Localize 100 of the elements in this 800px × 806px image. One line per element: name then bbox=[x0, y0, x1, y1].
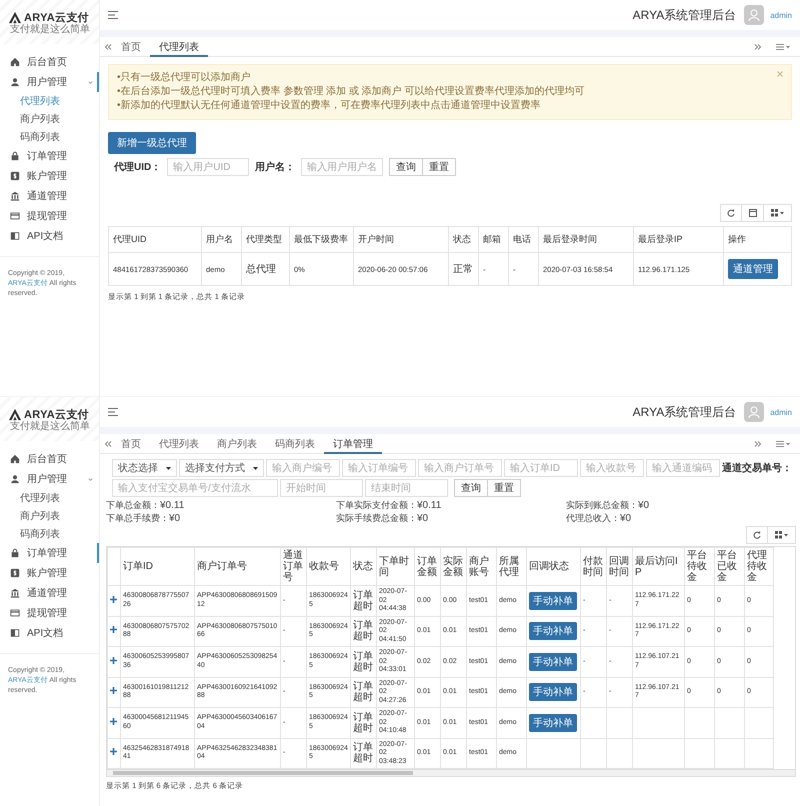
stat-value: ¥0.11 bbox=[160, 500, 184, 511]
sidebar-item[interactable]: 后台首页 bbox=[0, 52, 99, 72]
plus-icon[interactable] bbox=[110, 626, 117, 633]
logo-icon bbox=[8, 408, 22, 420]
refresh-button[interactable] bbox=[746, 526, 768, 544]
book-icon bbox=[10, 628, 20, 638]
chevrons-left-icon[interactable] bbox=[104, 44, 112, 50]
chevrons-right-icon[interactable] bbox=[754, 440, 762, 446]
search-field[interactable]: 输入商户编号 bbox=[266, 459, 340, 477]
sidebar-item[interactable]: 订单管理 bbox=[0, 146, 99, 166]
horizontal-scrollbar[interactable] bbox=[106, 769, 796, 777]
user-link[interactable]: admin bbox=[770, 408, 792, 416]
manual-complete-button[interactable]: 手动补单 bbox=[529, 652, 577, 671]
alert-text: •只有一级总代理可以添加商户 bbox=[117, 71, 252, 85]
sidebar-item[interactable]: 用户管理 bbox=[0, 72, 99, 92]
column-header: 回调状态 bbox=[526, 548, 580, 586]
plus-icon[interactable] bbox=[110, 596, 117, 602]
home-icon bbox=[10, 57, 20, 67]
search-field[interactable]: 输入商户订单号 bbox=[418, 459, 502, 477]
manual-complete-button[interactable]: 手动补单 bbox=[529, 714, 577, 732]
sidebar-item[interactable]: API文档 bbox=[0, 226, 99, 246]
columns-button[interactable] bbox=[768, 526, 796, 544]
sidebar-subitem[interactable]: 代理列表 bbox=[0, 489, 99, 507]
tab[interactable]: 代理列表 bbox=[150, 434, 208, 454]
menu-icon[interactable] bbox=[108, 11, 118, 19]
columns-button[interactable] bbox=[764, 204, 792, 222]
search-field[interactable]: 输入订单ID bbox=[504, 459, 578, 477]
home-icon bbox=[10, 454, 20, 464]
stat-value: ¥0.11 bbox=[417, 500, 442, 511]
search-button[interactable]: 查询 bbox=[454, 479, 488, 497]
tab-menu-icon[interactable] bbox=[776, 440, 790, 446]
sidebar-subitem[interactable]: 码商列表 bbox=[0, 525, 99, 543]
tab[interactable]: 订单管理 bbox=[324, 434, 382, 454]
user-link[interactable]: admin bbox=[770, 10, 792, 20]
toggle-view-button[interactable] bbox=[742, 204, 764, 222]
add-agent-button[interactable]: 新增一级总代理 bbox=[108, 132, 196, 154]
stat-value: ¥0 bbox=[417, 513, 428, 524]
manual-complete-button[interactable]: 手动补单 bbox=[529, 622, 577, 640]
tab[interactable]: 码商列表 bbox=[266, 434, 324, 454]
search-field[interactable]: 输入订单编号 bbox=[342, 459, 416, 477]
search-field[interactable]: 输入用户用户名 bbox=[301, 158, 384, 176]
brand-tagline: 支付就是这么简单 bbox=[10, 422, 90, 432]
sidebar-subitem[interactable]: 商户列表 bbox=[0, 507, 99, 525]
sidebar-item[interactable]: 通道管理 bbox=[0, 186, 99, 206]
search-field[interactable]: 输入收款号 bbox=[580, 459, 644, 477]
table-cell: 订单超时 bbox=[350, 616, 376, 646]
plus-icon[interactable] bbox=[110, 656, 117, 664]
sidebar-subitem[interactable]: 码商列表 bbox=[0, 128, 99, 146]
stat-label: 实际手续费总金额： bbox=[336, 513, 417, 523]
stat-label: 下单总手续费： bbox=[106, 513, 169, 523]
grid-icon bbox=[775, 531, 788, 539]
header-title: ARYA系统管理后台 bbox=[632, 6, 736, 24]
chevrons-right-icon[interactable] bbox=[754, 44, 762, 50]
search-field[interactable]: 输入通道编码 bbox=[646, 459, 720, 477]
sidebar-item[interactable]: API文档 bbox=[0, 623, 99, 643]
manual-complete-button[interactable]: 手动补单 bbox=[529, 592, 577, 610]
reset-button[interactable]: 重置 bbox=[423, 158, 456, 176]
menu-icon[interactable] bbox=[108, 408, 118, 416]
sidebar-item[interactable]: 提现管理 bbox=[0, 206, 99, 226]
header-title: ARYA系统管理后台 bbox=[632, 404, 736, 420]
filter-label: 通道交易单号： bbox=[722, 461, 792, 475]
tab[interactable]: 首页 bbox=[112, 434, 150, 454]
select-dropdown[interactable]: 状态选择 bbox=[112, 459, 177, 477]
avatar-icon bbox=[744, 402, 764, 422]
sidebar-item[interactable]: 用户管理 bbox=[0, 469, 99, 489]
column-header: 付款时间 bbox=[580, 548, 606, 586]
sidebar-subitem[interactable]: 商户列表 bbox=[0, 110, 99, 128]
sidebar-item[interactable]: 通道管理 bbox=[0, 583, 99, 603]
tab-menu-icon[interactable] bbox=[776, 44, 790, 50]
tab[interactable]: 代理列表 bbox=[150, 36, 208, 56]
refresh-button[interactable] bbox=[720, 204, 742, 222]
plus-icon[interactable] bbox=[110, 718, 117, 724]
sidebar-item[interactable]: 提现管理 bbox=[0, 603, 99, 623]
stat-value: ¥0 bbox=[169, 513, 180, 524]
plus-icon[interactable] bbox=[110, 748, 117, 755]
column-header: 最后访问IP bbox=[632, 548, 684, 586]
search-field[interactable]: 开始时间 bbox=[280, 479, 363, 497]
column-header: 所属代理 bbox=[496, 548, 526, 586]
chevrons-left-icon[interactable] bbox=[104, 440, 112, 446]
tab[interactable]: 首页 bbox=[112, 36, 150, 56]
search-button[interactable]: 查询 bbox=[389, 158, 424, 176]
channel-manage-button[interactable]: 通道管理 bbox=[728, 259, 778, 279]
column-header: 订单金额 bbox=[414, 548, 440, 586]
tab[interactable]: 商户列表 bbox=[208, 434, 266, 454]
sidebar-item[interactable]: 订单管理 bbox=[0, 543, 99, 563]
user-icon bbox=[10, 77, 20, 87]
select-dropdown[interactable]: 选择支付方式 bbox=[179, 459, 264, 477]
table-cell: 正常 bbox=[448, 252, 478, 286]
bank-icon bbox=[10, 588, 20, 598]
sidebar-subitem[interactable]: 代理列表 bbox=[0, 92, 99, 110]
search-field[interactable]: 输入支付宝交易单号/支付流水 bbox=[112, 479, 278, 497]
stat-label: 代理总收入： bbox=[566, 513, 620, 523]
search-field[interactable]: 输入用户UID bbox=[167, 158, 250, 176]
sidebar-item[interactable]: 账户管理 bbox=[0, 166, 99, 186]
plus-icon[interactable] bbox=[110, 687, 117, 694]
reset-button[interactable]: 重置 bbox=[488, 479, 521, 497]
sidebar-item[interactable]: 账户管理 bbox=[0, 563, 99, 583]
sidebar-item[interactable]: 后台首页 bbox=[0, 449, 99, 469]
search-field[interactable]: 结束时间 bbox=[365, 479, 448, 497]
manual-complete-button[interactable]: 手动补单 bbox=[529, 683, 577, 702]
